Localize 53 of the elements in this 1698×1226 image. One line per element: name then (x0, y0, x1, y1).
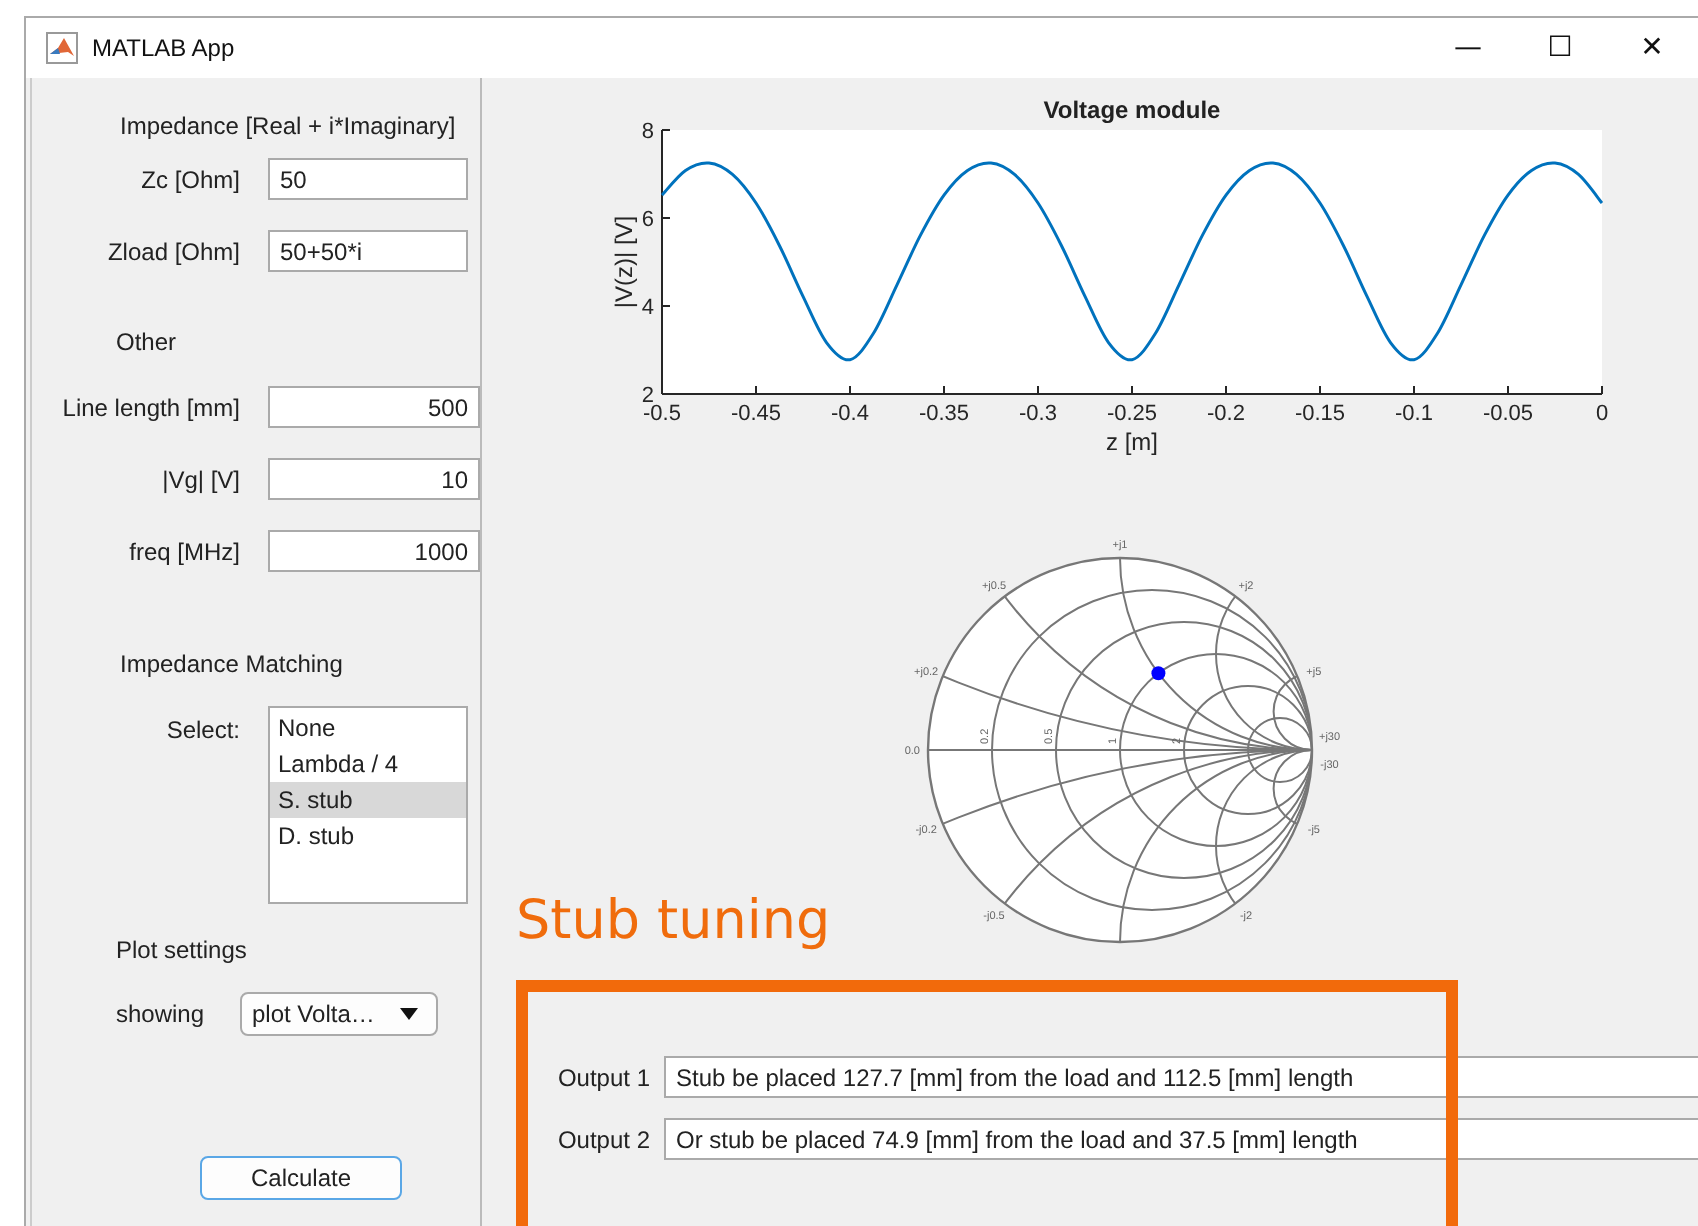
maximize-button[interactable]: ☐ (1514, 18, 1606, 78)
section-heading: Stub tuning (516, 888, 831, 956)
field-label: Line length [mm] (60, 393, 240, 421)
section-heading: Other (116, 328, 179, 356)
list-item[interactable]: Lambda / 4 (270, 746, 466, 782)
output-field[interactable]: Or stub be placed 74.9 [mm] from the load and 37.5 [mm] length (664, 1118, 1698, 1160)
tick-label: -0.05 (1482, 402, 1534, 426)
axis-label: z [m] (1106, 428, 1158, 456)
tick-label: 6 (641, 208, 654, 232)
field-label: Zc [Ohm] (139, 165, 240, 193)
tick-label: -0.45 (730, 402, 782, 426)
tick-label: -0.15 (1294, 402, 1346, 426)
chart-title: Voltage module (1043, 96, 1221, 124)
minimize-button[interactable]: — (1422, 18, 1514, 78)
tick-label: -0.1 (1395, 402, 1433, 426)
field-label: Output 1 (555, 1063, 650, 1091)
section-heading: Impedance Matching (120, 650, 345, 678)
tick-label: -0.5 (643, 402, 681, 426)
input-field[interactable]: 50 (268, 158, 468, 200)
tick-label: 0 (1595, 402, 1609, 426)
list-item[interactable]: D. stub (270, 818, 466, 854)
dropdown[interactable]: plot Volta… (240, 992, 438, 1036)
tick-label: -0.2 (1207, 402, 1245, 426)
caret-icon (400, 1008, 418, 1020)
field-label: Select: (164, 714, 240, 744)
window-title: MATLAB App (92, 34, 235, 62)
dropdown-value: plot Volta… (252, 1000, 375, 1028)
field-label: Zload [Ohm] (105, 237, 240, 265)
tick-label: 4 (641, 296, 654, 320)
tick-label: -0.25 (1106, 402, 1158, 426)
output-field[interactable]: Stub be placed 127.7 [mm] from the load and 112.5 [mm] length (664, 1056, 1698, 1098)
tick-label: 8 (641, 120, 654, 144)
axis-label: |V(z)| [V] (610, 215, 638, 309)
field-label: freq [MHz] (127, 537, 240, 565)
calculate-button[interactable]: Calculate (200, 1156, 402, 1200)
field-label: showing (116, 1000, 207, 1028)
close-button[interactable]: ✕ (1606, 18, 1698, 78)
input-field[interactable]: 1000 (268, 530, 480, 572)
field-label: |Vg| [V] (160, 465, 240, 493)
list-box[interactable]: None Lambda / 4 S. stub D. stub (268, 706, 468, 904)
tick-label: -0.35 (918, 402, 970, 426)
tick-label: -0.3 (1019, 402, 1057, 426)
tick-label: -0.4 (831, 402, 869, 426)
list-item[interactable]: None (270, 710, 466, 746)
input-field[interactable]: 50+50*i (268, 230, 468, 272)
input-field[interactable]: 10 (268, 458, 480, 500)
field-label: Output 2 (555, 1125, 650, 1153)
matlab-logo-icon (46, 32, 78, 64)
section-heading: Plot settings (116, 936, 249, 964)
section-heading: Impedance [Real + i*Imaginary] (120, 112, 458, 140)
list-item[interactable]: S. stub (270, 782, 466, 818)
input-field[interactable]: 500 (268, 386, 480, 428)
tick-label: 2 (641, 384, 654, 408)
